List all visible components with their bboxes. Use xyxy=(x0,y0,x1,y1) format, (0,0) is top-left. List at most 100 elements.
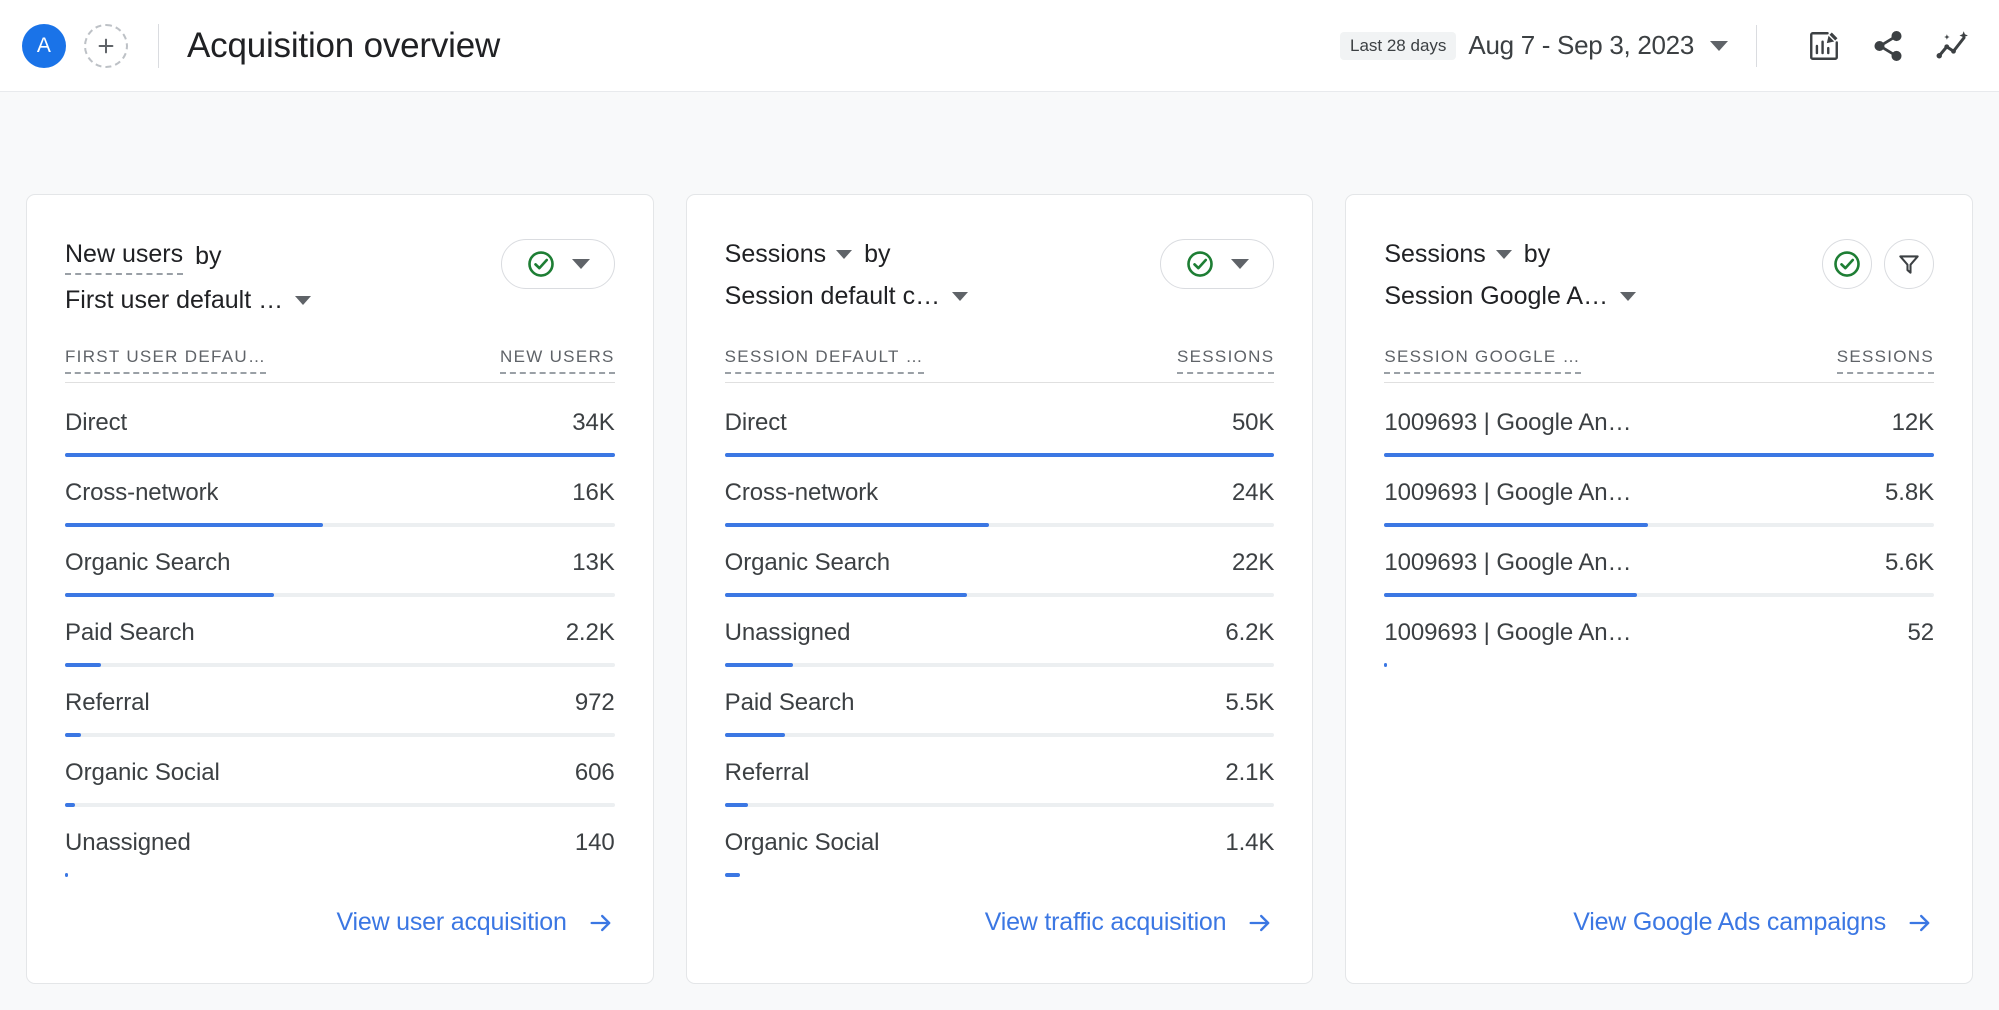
table-row[interactable]: 1009693 | Google An… 12K xyxy=(1384,387,1934,457)
row-bar-fill xyxy=(724,593,967,597)
row-bar-track xyxy=(65,873,615,877)
column-header-metric[interactable]: SESSIONS xyxy=(1177,347,1275,374)
card-by-word: by xyxy=(864,240,891,268)
footer-link-label: View traffic acquisition xyxy=(984,908,1227,936)
view-user-acquisition-link[interactable]: View user acquisition xyxy=(336,908,614,937)
card-by-word: by xyxy=(1523,240,1551,268)
table-row[interactable]: Organic Social 606 xyxy=(65,737,615,807)
table-row[interactable]: Organic Search 13K xyxy=(65,527,615,597)
table-row[interactable]: Referral 972 xyxy=(65,667,615,737)
row-value: 13K xyxy=(572,549,615,576)
row-label: Referral xyxy=(65,689,150,716)
table-row[interactable]: Direct 50K xyxy=(724,387,1275,457)
arrow-right-icon xyxy=(1909,914,1930,931)
row-bar-fill xyxy=(65,663,101,667)
row-label: Direct xyxy=(724,409,787,436)
check-circle-icon xyxy=(527,251,554,277)
column-header-metric[interactable]: NEW USERS xyxy=(500,347,615,374)
row-label: 1009693 | Google An… xyxy=(1384,619,1632,646)
row-bar-track xyxy=(65,453,615,457)
check-circle-icon xyxy=(1834,251,1860,277)
card-metric-selector[interactable]: New users xyxy=(65,237,184,275)
table-row[interactable]: 1009693 | Google An… 52 xyxy=(1384,597,1934,667)
card-actions xyxy=(1822,239,1935,289)
table-row[interactable]: 1009693 | Google An… 5.8K xyxy=(1384,457,1934,527)
header-divider-2 xyxy=(1756,24,1757,67)
card-header: New users by First user default … xyxy=(65,237,615,321)
column-header-dimension[interactable]: SESSION GOOGLE … xyxy=(1384,347,1581,374)
view-google-ads-campaigns-link[interactable]: View Google Ads campaigns xyxy=(1573,908,1934,937)
card-user-acquisition: New users by First user default … FIRST xyxy=(26,194,654,984)
card-dimension-selector[interactable]: First user default … xyxy=(65,283,283,317)
card-metric-selector[interactable]: Sessions xyxy=(1384,237,1485,271)
header-rule xyxy=(65,382,615,383)
table-row[interactable]: Unassigned 6.2K xyxy=(724,597,1274,667)
chevron-down-icon[interactable] xyxy=(1495,249,1512,259)
share-icon[interactable] xyxy=(1865,23,1911,69)
row-label: Referral xyxy=(724,759,810,786)
card-dimension-selector[interactable]: Session default c… xyxy=(725,279,940,313)
row-bar-track xyxy=(1384,523,1935,527)
card-metric-selector[interactable]: Sessions xyxy=(725,237,826,271)
row-bar-track xyxy=(724,803,1275,807)
row-bar-fill xyxy=(1384,593,1638,597)
row-label: Unassigned xyxy=(724,619,851,646)
table-row[interactable]: Cross-network 16K xyxy=(65,457,615,527)
row-value: 52 xyxy=(1907,619,1935,646)
card-title-group: Sessions by Session Google A… xyxy=(1384,237,1637,313)
row-bar-track xyxy=(724,453,1275,457)
row-bar-fill xyxy=(724,453,1275,457)
card-actions xyxy=(500,239,615,289)
data-quality-button[interactable] xyxy=(1822,239,1873,289)
row-value: 140 xyxy=(574,829,615,856)
table-row[interactable]: Organic Social 1.4K xyxy=(724,807,1274,877)
column-header-dimension[interactable]: SESSION DEFAULT … xyxy=(724,347,924,374)
chevron-down-icon[interactable] xyxy=(1620,291,1637,301)
row-label: Paid Search xyxy=(724,689,855,716)
table-row[interactable]: 1009693 | Google An… 5.6K xyxy=(1384,527,1934,597)
table-row[interactable]: Referral 2.1K xyxy=(724,737,1275,807)
filter-button[interactable] xyxy=(1884,239,1935,289)
row-bar-fill xyxy=(724,523,989,527)
edit-report-icon[interactable] xyxy=(1801,23,1847,69)
row-bar-fill xyxy=(1384,453,1935,457)
row-label: Direct xyxy=(65,409,128,436)
row-value: 24K xyxy=(1231,479,1275,506)
row-bar-track xyxy=(65,803,615,807)
chevron-down-icon[interactable] xyxy=(1710,40,1728,51)
header-rule xyxy=(1384,382,1935,383)
table-row[interactable]: Paid Search 2.2K xyxy=(65,597,615,667)
plus-circle-icon[interactable] xyxy=(84,23,128,68)
row-bar-fill xyxy=(724,663,793,667)
footer-link-label: View Google Ads campaigns xyxy=(1573,908,1887,936)
table-row[interactable]: Cross-network 24K xyxy=(724,457,1275,527)
table-row[interactable]: Unassigned 140 xyxy=(65,807,615,877)
column-header-metric[interactable]: SESSIONS xyxy=(1836,347,1935,374)
data-quality-button[interactable] xyxy=(1160,239,1275,289)
row-bar-fill xyxy=(65,803,75,807)
row-label: Unassigned xyxy=(65,829,191,856)
chevron-down-icon[interactable] xyxy=(1231,259,1250,269)
table-row[interactable]: Paid Search 5.5K xyxy=(724,667,1274,737)
row-bar-fill xyxy=(724,733,786,737)
table-row[interactable]: Organic Search 22K xyxy=(724,527,1274,597)
row-bar-track xyxy=(65,523,615,527)
table-row[interactable]: Direct 34K xyxy=(65,387,615,457)
view-traffic-acquisition-link[interactable]: View traffic acquisition xyxy=(985,908,1275,937)
insights-icon[interactable] xyxy=(1929,23,1975,69)
card-dimension-selector[interactable]: Session Google A… xyxy=(1384,279,1608,313)
check-circle-icon xyxy=(1187,251,1214,277)
row-value: 972 xyxy=(574,689,615,716)
chevron-down-icon[interactable] xyxy=(571,259,590,269)
avatar[interactable]: A xyxy=(22,23,66,68)
arrow-right-icon xyxy=(590,914,611,931)
chevron-down-icon[interactable] xyxy=(295,295,312,305)
cards-container: New users by First user default … FIRST xyxy=(0,92,1999,984)
column-header-dimension[interactable]: FIRST USER DEFAU… xyxy=(65,347,267,374)
row-bar-fill xyxy=(65,733,81,737)
date-range-label[interactable]: Aug 7 - Sep 3, 2023 xyxy=(1468,30,1694,61)
data-quality-button[interactable] xyxy=(500,239,615,289)
row-bar-fill xyxy=(1384,523,1649,527)
chevron-down-icon[interactable] xyxy=(952,291,969,301)
chevron-down-icon[interactable] xyxy=(836,249,853,259)
